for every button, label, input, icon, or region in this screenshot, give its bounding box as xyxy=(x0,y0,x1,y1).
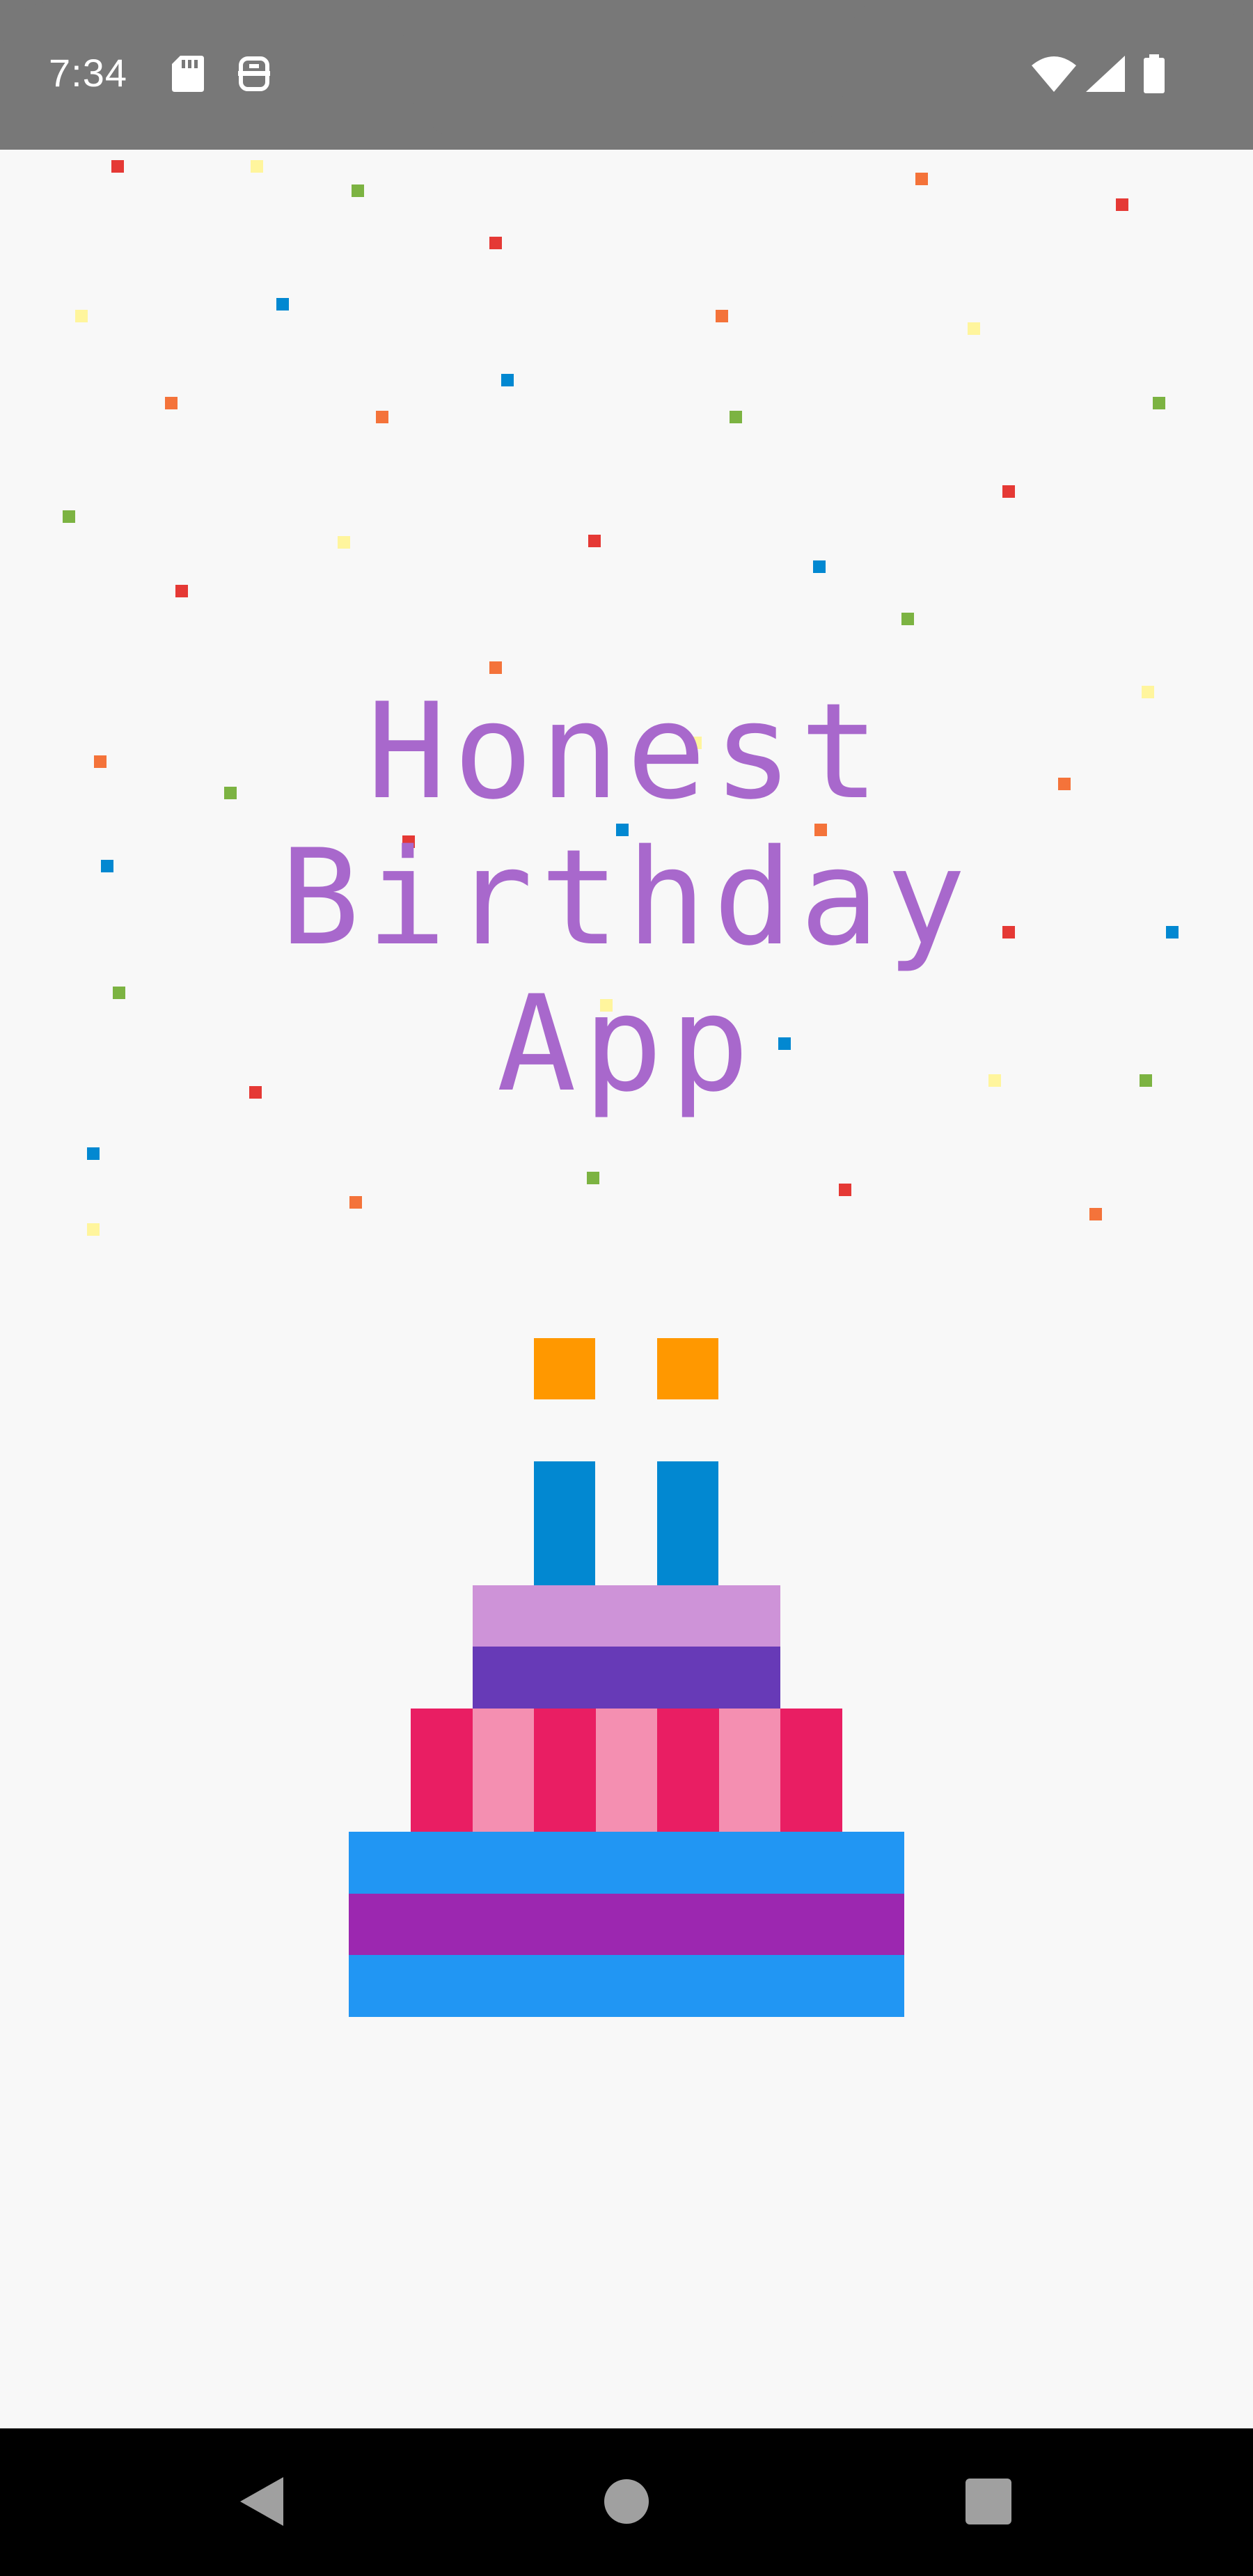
confetti-square xyxy=(587,1172,599,1184)
confetti-square xyxy=(813,560,826,573)
confetti-square xyxy=(501,374,514,386)
confetti-square xyxy=(349,1196,362,1209)
confetti-square xyxy=(87,1223,100,1236)
confetti-square xyxy=(276,298,289,311)
confetti-square xyxy=(376,411,388,423)
wifi-icon xyxy=(1032,56,1076,92)
app-screen: 7:34 Honest Birthday App xyxy=(0,0,1253,2576)
back-icon xyxy=(240,2477,283,2526)
confetti-square xyxy=(175,585,188,597)
cake-middle-stripe-7 xyxy=(780,1709,842,1832)
home-button[interactable] xyxy=(595,2470,658,2533)
cake-bottom-layer-3 xyxy=(349,1955,904,2017)
cake-bottom-layer-2 xyxy=(349,1894,904,1955)
back-button[interactable] xyxy=(233,2470,296,2533)
title-line-1: Honest Birthday xyxy=(280,675,973,975)
cake-top-tier-lower xyxy=(473,1647,780,1709)
confetti-square xyxy=(1089,1208,1102,1220)
confetti-square xyxy=(111,160,124,173)
notification-icon xyxy=(238,56,270,91)
confetti-square xyxy=(75,310,88,322)
cake-middle-stripe-1 xyxy=(411,1709,473,1832)
confetti-square xyxy=(1002,485,1015,498)
confetti-square xyxy=(338,536,350,549)
recents-button[interactable] xyxy=(957,2470,1020,2533)
confetti-square xyxy=(352,184,364,197)
cake-bottom-layer-1 xyxy=(349,1832,904,1894)
confetti-square xyxy=(968,322,980,335)
confetti-square xyxy=(87,1147,100,1160)
candle-flame-right xyxy=(657,1338,718,1399)
confetti-square xyxy=(915,173,928,185)
confetti-square xyxy=(251,160,263,173)
battery-icon xyxy=(1144,54,1165,93)
app-title: Honest Birthday App xyxy=(0,679,1253,1117)
confetti-square xyxy=(489,661,502,674)
confetti-square xyxy=(1153,397,1165,409)
signal-icon xyxy=(1086,56,1125,92)
cake-top-tier-upper xyxy=(473,1585,780,1647)
home-icon xyxy=(604,2479,649,2524)
confetti-square xyxy=(730,411,742,423)
status-time: 7:34 xyxy=(49,51,127,95)
cake-middle-stripe-2 xyxy=(473,1709,534,1832)
confetti-square xyxy=(901,613,914,625)
status-bar: 7:34 xyxy=(0,0,1253,150)
navigation-bar xyxy=(0,2428,1253,2576)
cake-middle-stripe-5 xyxy=(657,1709,719,1832)
cake-middle-stripe-4 xyxy=(596,1709,657,1832)
candle-left xyxy=(534,1461,595,1585)
recents-icon xyxy=(966,2479,1011,2524)
cake-middle-stripe-3 xyxy=(534,1709,596,1832)
confetti-square xyxy=(1116,198,1128,211)
confetti-square xyxy=(716,310,728,322)
title-line-2: App xyxy=(496,967,757,1121)
confetti-square xyxy=(165,397,178,409)
sd-card-icon xyxy=(172,56,204,92)
confetti-square xyxy=(588,535,601,547)
candle-flame-left xyxy=(534,1338,595,1399)
confetti-square xyxy=(489,237,502,249)
confetti-square xyxy=(839,1184,851,1196)
confetti-square xyxy=(63,510,75,523)
cake-middle-stripe-6 xyxy=(719,1709,780,1832)
birthday-cake xyxy=(349,1338,904,2017)
candle-right xyxy=(657,1461,718,1585)
